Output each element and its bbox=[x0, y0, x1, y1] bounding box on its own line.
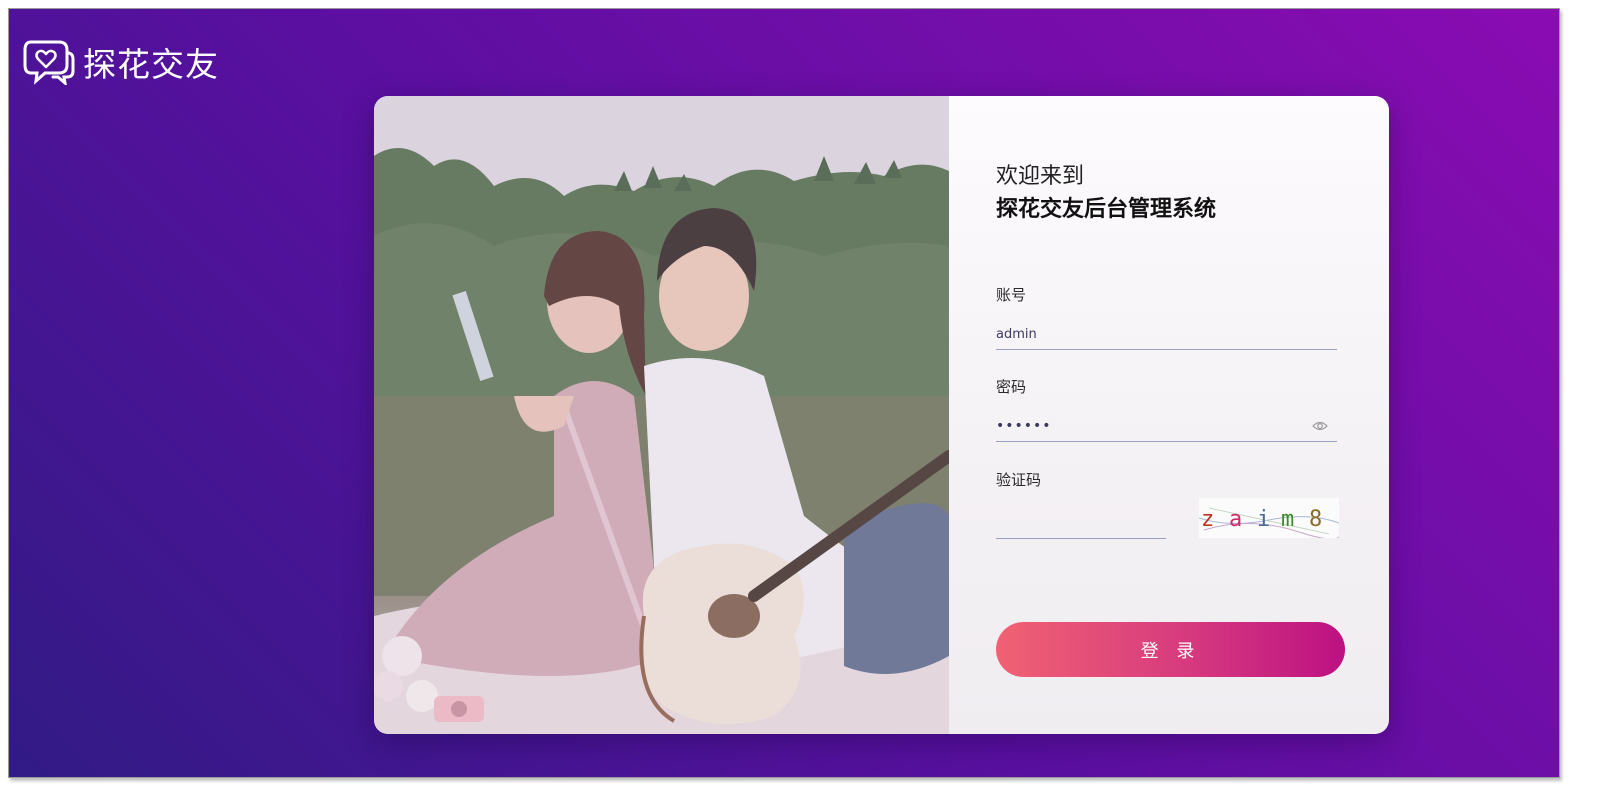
captcha-char-2: a bbox=[1229, 507, 1242, 532]
captcha-image[interactable]: z a i m 8 bbox=[1199, 498, 1339, 538]
login-page: 探花交友 欢迎来到 探花交友后台管理系统 账号 admin 密码 •••••• … bbox=[8, 8, 1560, 778]
eye-icon[interactable] bbox=[1312, 418, 1328, 434]
login-form-panel: 欢迎来到 探花交友后台管理系统 账号 密码 验证码 z a i m 8 bbox=[949, 96, 1389, 734]
brand-name: 探花交友 bbox=[83, 45, 219, 84]
password-label: 密码 bbox=[996, 378, 1027, 396]
captcha-char-4: m bbox=[1281, 507, 1294, 532]
brand-logo: 探花交友 bbox=[23, 37, 219, 87]
chat-heart-icon bbox=[23, 40, 75, 85]
welcome-text: 欢迎来到 bbox=[996, 164, 1085, 189]
captcha-char-1: z bbox=[1201, 507, 1214, 532]
couple-photo bbox=[374, 96, 949, 734]
captcha-input[interactable] bbox=[996, 508, 1166, 539]
captcha-char-3: i bbox=[1257, 507, 1270, 532]
login-button[interactable]: 登 录 bbox=[996, 622, 1345, 677]
password-input[interactable] bbox=[996, 411, 1337, 442]
username-label: 账号 bbox=[996, 286, 1027, 304]
captcha-char-5: 8 bbox=[1309, 507, 1322, 532]
couple-photo-illustration bbox=[374, 96, 949, 734]
system-title: 探花交友后台管理系统 bbox=[996, 197, 1217, 222]
captcha-label: 验证码 bbox=[996, 471, 1042, 489]
username-input[interactable] bbox=[996, 319, 1337, 350]
login-card: 欢迎来到 探花交友后台管理系统 账号 密码 验证码 z a i m 8 bbox=[374, 96, 1389, 734]
